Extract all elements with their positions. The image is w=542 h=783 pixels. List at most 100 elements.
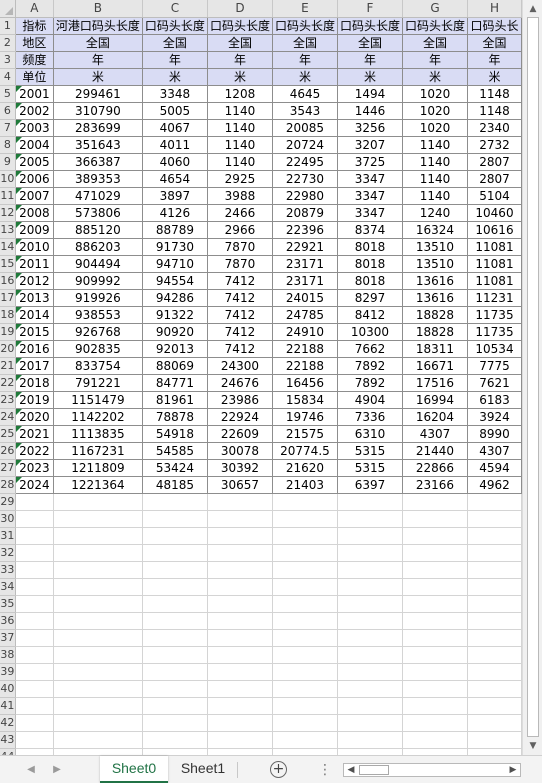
header-cell-b[interactable]: 河港口码头长度 — [53, 17, 143, 35]
data-cell[interactable]: 4904 — [337, 391, 403, 409]
empty-cell[interactable] — [337, 680, 403, 698]
data-cell[interactable]: 919926 — [53, 289, 143, 307]
data-cell[interactable]: 21440 — [402, 442, 469, 460]
header-cell-g[interactable]: 口码头长度 — [402, 17, 469, 35]
data-cell[interactable]: 13616 — [402, 289, 469, 307]
empty-cell[interactable] — [272, 748, 338, 755]
data-cell[interactable]: 902835 — [53, 340, 143, 358]
empty-cell[interactable] — [402, 663, 469, 681]
data-cell[interactable]: 88789 — [142, 221, 208, 239]
empty-cell[interactable] — [207, 595, 273, 613]
empty-cell[interactable] — [402, 731, 469, 749]
empty-cell[interactable] — [53, 697, 143, 715]
data-cell[interactable]: 91322 — [142, 306, 208, 324]
row-header[interactable]: 38 — [0, 646, 16, 664]
data-cell[interactable]: 22188 — [272, 340, 338, 358]
data-cell[interactable]: 5315 — [337, 459, 403, 477]
data-cell[interactable]: 7662 — [337, 340, 403, 358]
header-cell-f[interactable]: 全国 — [337, 34, 403, 52]
row-header[interactable]: 34 — [0, 578, 16, 596]
year-cell[interactable]: 2012 — [15, 272, 54, 290]
data-cell[interactable]: 84771 — [142, 374, 208, 392]
data-cell[interactable]: 30078 — [207, 442, 273, 460]
header-cell-h[interactable]: 口码头长 — [467, 17, 522, 35]
row-header[interactable]: 9 — [0, 153, 16, 171]
data-cell[interactable]: 1140 — [207, 102, 273, 120]
header-cell-f[interactable]: 年 — [337, 51, 403, 69]
row-header[interactable]: 17 — [0, 289, 16, 307]
data-cell[interactable]: 10534 — [467, 340, 522, 358]
data-cell[interactable]: 22866 — [402, 459, 469, 477]
empty-cell[interactable] — [272, 663, 338, 681]
data-cell[interactable]: 389353 — [53, 170, 143, 188]
header-cell-c[interactable]: 米 — [142, 68, 208, 86]
data-cell[interactable]: 4067 — [142, 119, 208, 137]
empty-cell[interactable] — [207, 714, 273, 732]
data-cell[interactable]: 20085 — [272, 119, 338, 137]
data-cell[interactable]: 1140 — [402, 170, 469, 188]
data-cell[interactable]: 6310 — [337, 425, 403, 443]
empty-cell[interactable] — [142, 544, 208, 562]
header-cell-d[interactable]: 口码头长度 — [207, 17, 273, 35]
data-cell[interactable]: 23171 — [272, 272, 338, 290]
empty-cell[interactable] — [53, 595, 143, 613]
empty-cell[interactable] — [207, 680, 273, 698]
row-header[interactable]: 2 — [0, 34, 16, 52]
row-header[interactable]: 42 — [0, 714, 16, 732]
column-header-c[interactable]: C — [142, 0, 208, 18]
empty-cell[interactable] — [272, 561, 338, 579]
header-cell-d[interactable]: 米 — [207, 68, 273, 86]
header-cell-g[interactable]: 全国 — [402, 34, 469, 52]
empty-cell[interactable] — [467, 714, 522, 732]
data-cell[interactable]: 7412 — [207, 272, 273, 290]
data-cell[interactable]: 3988 — [207, 187, 273, 205]
empty-cell[interactable] — [402, 748, 469, 755]
empty-cell[interactable] — [402, 578, 469, 596]
empty-cell[interactable] — [272, 493, 338, 511]
empty-cell[interactable] — [402, 714, 469, 732]
data-cell[interactable]: 23171 — [272, 255, 338, 273]
sheet-tab-sheet1[interactable]: Sheet1 — [170, 756, 236, 783]
data-cell[interactable]: 16324 — [402, 221, 469, 239]
year-cell[interactable]: 2019 — [15, 391, 54, 409]
empty-cell[interactable] — [337, 561, 403, 579]
data-cell[interactable]: 94286 — [142, 289, 208, 307]
data-cell[interactable]: 22495 — [272, 153, 338, 171]
empty-cell[interactable] — [402, 680, 469, 698]
year-cell[interactable]: 2020 — [15, 408, 54, 426]
empty-cell[interactable] — [15, 527, 54, 545]
empty-cell[interactable] — [272, 544, 338, 562]
data-cell[interactable]: 81961 — [142, 391, 208, 409]
empty-cell[interactable] — [15, 680, 54, 698]
data-cell[interactable]: 13510 — [402, 238, 469, 256]
row-header[interactable]: 35 — [0, 595, 16, 613]
empty-cell[interactable] — [207, 748, 273, 755]
row-header[interactable]: 32 — [0, 544, 16, 562]
empty-cell[interactable] — [272, 646, 338, 664]
data-cell[interactable]: 8412 — [337, 306, 403, 324]
empty-cell[interactable] — [337, 544, 403, 562]
data-cell[interactable]: 2925 — [207, 170, 273, 188]
row-header[interactable]: 44 — [0, 748, 16, 755]
data-cell[interactable]: 1221364 — [53, 476, 143, 494]
data-cell[interactable]: 1494 — [337, 85, 403, 103]
data-cell[interactable]: 19746 — [272, 408, 338, 426]
sheet-tab-sheet0[interactable]: Sheet0 — [100, 756, 168, 783]
data-cell[interactable]: 1140 — [207, 153, 273, 171]
data-cell[interactable]: 7892 — [337, 357, 403, 375]
data-cell[interactable]: 1113835 — [53, 425, 143, 443]
year-cell[interactable]: 2017 — [15, 357, 54, 375]
data-cell[interactable]: 11735 — [467, 306, 522, 324]
year-cell[interactable]: 2022 — [15, 442, 54, 460]
row-header[interactable]: 12 — [0, 204, 16, 222]
empty-cell[interactable] — [15, 663, 54, 681]
row-header[interactable]: 7 — [0, 119, 16, 137]
empty-cell[interactable] — [467, 680, 522, 698]
data-cell[interactable]: 24676 — [207, 374, 273, 392]
empty-cell[interactable] — [272, 527, 338, 545]
empty-cell[interactable] — [15, 731, 54, 749]
data-cell[interactable]: 471029 — [53, 187, 143, 205]
year-cell[interactable]: 2011 — [15, 255, 54, 273]
year-cell[interactable]: 2004 — [15, 136, 54, 154]
data-cell[interactable]: 7870 — [207, 255, 273, 273]
